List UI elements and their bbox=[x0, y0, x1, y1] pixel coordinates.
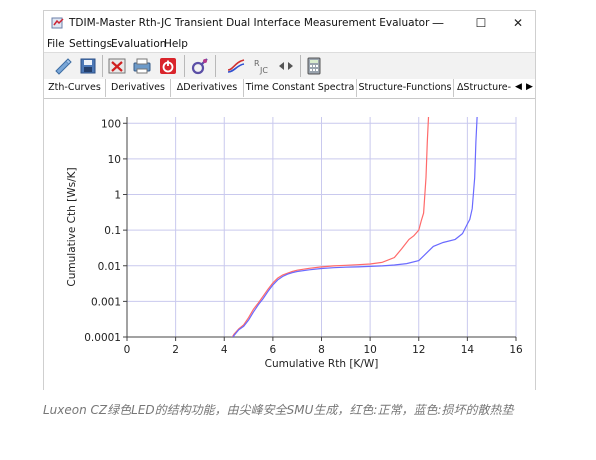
tab-bar: Zth-Curves Derivatives ΔDerivatives Time… bbox=[44, 79, 535, 99]
x-tick-label: 14 bbox=[461, 344, 475, 356]
menu-settings[interactable]: Settings bbox=[69, 38, 112, 50]
window-title: TDIM-Master Rth-JC Transient Dual Interf… bbox=[69, 17, 430, 29]
close-button[interactable]: ✕ bbox=[499, 12, 537, 34]
tab-scroll-left-icon[interactable]: ◀ bbox=[515, 79, 522, 97]
tab-derivatives[interactable]: Derivatives bbox=[106, 79, 171, 97]
rth-jc-curves-icon[interactable] bbox=[226, 56, 246, 76]
tab-delta-derivatives[interactable]: ΔDerivatives bbox=[171, 79, 244, 97]
y-tick-label: 0.1 bbox=[104, 225, 121, 237]
tab-delta-structure[interactable]: ΔStructure- bbox=[454, 79, 514, 97]
delete-icon[interactable] bbox=[107, 56, 127, 76]
y-tick-label: 0.0001 bbox=[84, 332, 121, 344]
power-icon[interactable] bbox=[158, 56, 178, 76]
series-line-blue bbox=[232, 117, 478, 337]
x-tick-label: 10 bbox=[363, 344, 376, 356]
minimize-button[interactable]: — bbox=[419, 12, 457, 34]
tab-time-constant-spectra[interactable]: Time Constant Spectra bbox=[244, 79, 357, 97]
x-tick-label: 8 bbox=[318, 344, 325, 356]
print-icon[interactable] bbox=[132, 56, 152, 76]
y-tick-label: 0.01 bbox=[98, 261, 121, 273]
y-tick-label: 10 bbox=[108, 154, 121, 166]
toolbar-separator bbox=[300, 55, 301, 77]
x-tick-label: 2 bbox=[172, 344, 179, 356]
x-tick-label: 0 bbox=[124, 344, 131, 356]
app-icon bbox=[51, 17, 64, 29]
y-tick-label: 100 bbox=[101, 118, 121, 130]
menu-file[interactable]: File bbox=[47, 38, 65, 50]
x-tick-label: 4 bbox=[221, 344, 228, 356]
title-bar[interactable]: TDIM-Master Rth-JC Transient Dual Interf… bbox=[44, 11, 535, 37]
svg-text:JC: JC bbox=[259, 66, 268, 75]
y-tick-label: 1 bbox=[114, 190, 121, 202]
x-tick-label: 6 bbox=[270, 344, 277, 356]
toolbar: R JC bbox=[44, 52, 535, 80]
tab-zth-curves[interactable]: Zth-Curves bbox=[44, 79, 106, 97]
move-cursor-icon[interactable] bbox=[276, 56, 296, 76]
x-tick-label: 16 bbox=[509, 344, 523, 356]
plot-area: 0 2 4 6 8 10 12 14 16 0.0001 0.001 0.01 0.1 1 10 100 Cum… bbox=[44, 99, 535, 390]
toolbar-separator bbox=[184, 55, 185, 77]
rth-jc-icon[interactable]: R JC bbox=[252, 56, 272, 76]
tab-structure-functions[interactable]: Structure-Functions bbox=[357, 79, 454, 97]
save-icon[interactable] bbox=[78, 56, 98, 76]
settings-icon[interactable] bbox=[190, 56, 210, 76]
open-folder-icon[interactable] bbox=[53, 56, 73, 76]
structure-function-chart: 0 2 4 6 8 10 12 14 16 0.0001 0.001 0.01 0.1 1 10 100 Cum… bbox=[66, 117, 523, 370]
figure-caption: Luxeon CZ绿色LED的结构功能，由尖峰安全SMU生成，红色:正常，蓝色:… bbox=[43, 403, 514, 417]
y-tick-label: 0.001 bbox=[91, 296, 121, 308]
app-window: TDIM-Master Rth-JC Transient Dual Interf… bbox=[43, 10, 536, 390]
x-axis-label: Cumulative Rth [K/W] bbox=[265, 358, 379, 370]
maximize-button[interactable]: ☐ bbox=[462, 12, 500, 34]
menu-help[interactable]: Help bbox=[164, 38, 188, 50]
y-axis-label: Cumulative Cth [Ws/K] bbox=[66, 167, 78, 286]
toolbar-separator bbox=[102, 55, 103, 77]
menu-bar: File Settings Evaluation Help bbox=[44, 37, 535, 52]
x-tick-label: 12 bbox=[412, 344, 425, 356]
calculator-icon[interactable] bbox=[304, 56, 324, 76]
menu-evaluation[interactable]: Evaluation bbox=[111, 38, 166, 50]
toolbar-separator bbox=[215, 55, 216, 77]
tab-scroll-right-icon[interactable]: ▶ bbox=[526, 79, 533, 97]
